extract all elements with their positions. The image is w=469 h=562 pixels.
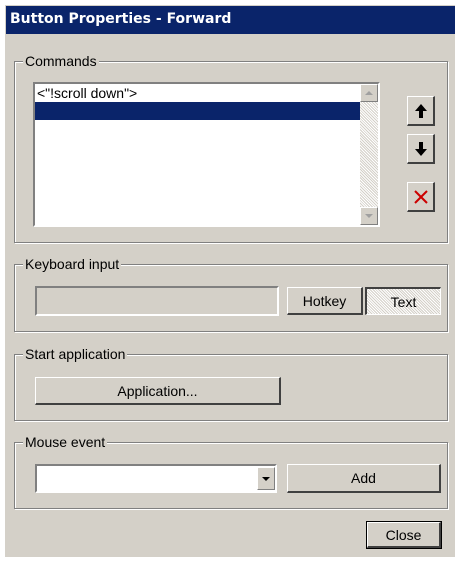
- scroll-down-button[interactable]: [360, 207, 378, 225]
- keyboard-input-field[interactable]: [35, 286, 279, 316]
- start-application-group-label: Start application: [23, 346, 128, 362]
- chevron-down-icon: [262, 476, 270, 481]
- arrow-up-icon: [414, 103, 427, 118]
- add-mouse-event-button[interactable]: Add: [287, 464, 441, 493]
- mouse-event-group-label: Mouse event: [23, 434, 108, 450]
- move-down-button[interactable]: [407, 134, 435, 164]
- delete-command-button[interactable]: [407, 182, 435, 212]
- keyboard-input-group-label: Keyboard input: [23, 256, 122, 272]
- commands-group: Commands <"!scroll down">: [14, 53, 448, 243]
- scroll-up-button[interactable]: [360, 84, 378, 102]
- keyboard-input-group: Keyboard input Hotkey Text: [14, 256, 448, 332]
- list-item-selected[interactable]: [35, 102, 378, 120]
- button-properties-dialog: Button Properties - Forward Commands <"!…: [5, 5, 455, 557]
- arrow-down-icon: [414, 141, 427, 156]
- move-up-button[interactable]: [407, 96, 435, 126]
- close-button[interactable]: Close: [366, 521, 442, 549]
- list-item[interactable]: <"!scroll down">: [35, 84, 378, 102]
- commands-scrollbar[interactable]: [360, 84, 378, 225]
- delete-x-icon: [413, 189, 428, 204]
- title-bar[interactable]: Button Properties - Forward: [6, 6, 455, 34]
- text-button[interactable]: Text: [365, 287, 441, 315]
- commands-group-label: Commands: [23, 53, 99, 69]
- commands-listbox[interactable]: <"!scroll down">: [33, 82, 380, 227]
- scroll-up-arrow-icon: [365, 91, 373, 95]
- mouse-event-select[interactable]: [35, 464, 277, 493]
- mouse-event-group: Mouse event Add: [14, 434, 448, 509]
- start-application-group: Start application Application...: [14, 346, 448, 421]
- application-button[interactable]: Application...: [35, 377, 281, 405]
- mouse-event-dropdown-button[interactable]: [257, 467, 275, 490]
- scroll-down-arrow-icon: [365, 214, 373, 218]
- hotkey-button[interactable]: Hotkey: [287, 287, 363, 315]
- window-title: Button Properties - Forward: [10, 11, 232, 27]
